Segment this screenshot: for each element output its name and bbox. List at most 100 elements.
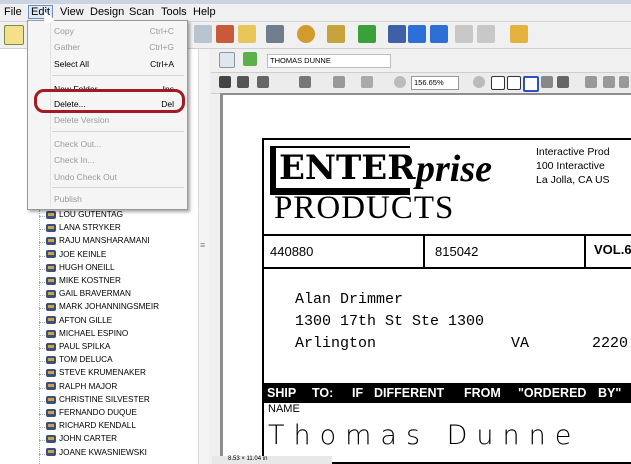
- menu-separator: [52, 187, 184, 188]
- cabinet-icon: [46, 369, 56, 378]
- tree-item-label: JOHN CARTER: [59, 434, 118, 444]
- menu-item-undo-check-out: Undo Check Out: [28, 171, 187, 185]
- menu-tools[interactable]: Tools: [161, 6, 187, 18]
- fit-page-icon[interactable]: [491, 76, 505, 90]
- tree-item-label: TOM DELUCA: [59, 355, 113, 365]
- arrow-down-icon[interactable]: [408, 25, 426, 43]
- menu-design[interactable]: Design: [90, 6, 124, 18]
- search-docs-icon[interactable]: [238, 25, 256, 43]
- ship-to-bar: SHIP TO: IF DIFFERENT FROM "ORDERED BY": [262, 383, 631, 403]
- tree-item[interactable]: LOU GUTENTAG: [46, 210, 123, 221]
- cabinet-icon: [46, 435, 56, 444]
- tree-item-label: RICHARD KENDALL: [59, 421, 136, 431]
- film-icon[interactable]: [358, 25, 376, 43]
- menu-item-label: Copy: [54, 26, 74, 36]
- tree-item-label: LANA STRYKER: [59, 223, 121, 233]
- tree-item[interactable]: HUGH ONEILL: [46, 263, 115, 274]
- print-small-icon[interactable]: [237, 76, 249, 88]
- tree-item[interactable]: MIKE KOSTNER: [46, 276, 121, 287]
- tree-connector: [39, 216, 45, 217]
- binoculars-icon[interactable]: [388, 25, 406, 43]
- text-tool-icon[interactable]: [361, 76, 373, 88]
- document-icon[interactable]: [510, 25, 528, 43]
- logo-prise-text: prise: [416, 148, 492, 190]
- tree-connector: [39, 453, 45, 455]
- printer-icon[interactable]: [257, 76, 269, 88]
- menu-item-label: Check In...: [54, 155, 95, 165]
- splitter-grip-icon[interactable]: ≡: [200, 240, 206, 250]
- menu-scan[interactable]: Scan: [129, 6, 154, 18]
- document-name-field[interactable]: THOMAS DUNNE: [267, 54, 391, 68]
- gears-icon[interactable]: [327, 25, 345, 43]
- annotate-icon[interactable]: [299, 76, 311, 88]
- contrast-icon[interactable]: [541, 76, 553, 88]
- zoom-level-field[interactable]: 156.65%: [411, 76, 459, 90]
- tree-item[interactable]: MARK JOHANNINGSMEIR: [46, 302, 159, 313]
- tree-item[interactable]: PAUL SPILKA: [46, 342, 110, 353]
- highlight-icon[interactable]: [333, 76, 345, 88]
- tree-item[interactable]: FERNANDO DUQUE: [46, 408, 137, 419]
- print-icon[interactable]: [194, 25, 212, 43]
- arrow-right-icon[interactable]: [477, 25, 495, 43]
- menu-separator: [52, 131, 184, 132]
- menu-separator: [52, 75, 184, 76]
- tree-scrollbar[interactable]: [198, 49, 209, 464]
- tree-item[interactable]: JOE KEINLE: [46, 250, 106, 261]
- tree-item[interactable]: RICHARD KENDALL: [46, 421, 136, 432]
- edit-menu-dropdown: Copy Ctrl+C Gather Ctrl+G Select All Ctrl+A Ne…: [27, 20, 188, 210]
- globe-icon[interactable]: [297, 25, 315, 43]
- zoom-out-icon[interactable]: [473, 76, 485, 88]
- tree-item[interactable]: JOHN CARTER: [46, 434, 117, 445]
- prev-page-icon[interactable]: [603, 76, 615, 88]
- up-folder-icon[interactable]: [243, 52, 257, 66]
- stamp-icon[interactable]: [216, 25, 234, 43]
- menu-item-select-all[interactable]: Select All Ctrl+A: [28, 58, 187, 72]
- tree-item[interactable]: AFTON GILLE: [46, 316, 112, 327]
- zoom-in-icon[interactable]: [394, 76, 406, 88]
- tree-connector: [39, 361, 45, 363]
- tree-connector: [39, 282, 45, 283]
- first-page-icon[interactable]: [585, 76, 597, 88]
- fit-width-icon[interactable]: [507, 76, 521, 90]
- menu-view[interactable]: View: [60, 6, 84, 18]
- page-icon[interactable]: [219, 52, 235, 68]
- cabinet-icon: [46, 316, 56, 325]
- address-street: 1300 17th St Ste 1300: [295, 313, 485, 330]
- arrow-left-icon[interactable]: [455, 25, 473, 43]
- scan-icon[interactable]: [266, 25, 284, 43]
- tree-connector: [39, 427, 45, 429]
- tree-item-label: PAUL SPILKA: [59, 342, 111, 351]
- tree-item[interactable]: GAIL BRAVERMAN: [46, 289, 131, 300]
- menu-item-label: Check Out...: [54, 139, 102, 149]
- menu-file[interactable]: File: [4, 6, 22, 18]
- tree-item[interactable]: CHRISTINE SILVESTER: [46, 395, 150, 406]
- tree-view-icon[interactable]: [4, 25, 24, 45]
- save-icon[interactable]: [219, 76, 231, 88]
- tree-item[interactable]: LANA STRYKER: [46, 223, 121, 234]
- tree-item-label: MIKE KOSTNER: [59, 276, 121, 285]
- tree-guide-line: [39, 210, 40, 464]
- company-address: Interactive Prod 100 Interactive La Joll…: [536, 145, 610, 187]
- tree-item[interactable]: RALPH MAJOR: [46, 382, 117, 393]
- tree-item[interactable]: RAJU MANSHARAMANI: [46, 236, 150, 247]
- menu-item-check-out: Check Out...: [28, 138, 187, 152]
- actual-size-icon[interactable]: [523, 76, 539, 92]
- tree-item[interactable]: TOM DELUCA: [46, 355, 113, 366]
- tree-item[interactable]: MICHAEL ESPINO: [46, 329, 128, 340]
- tree-item[interactable]: JOANE KWASNIEWSKI: [46, 448, 147, 459]
- tree-connector: [39, 295, 45, 297]
- tree-item-label: CHRISTINE SILVESTER: [59, 394, 150, 404]
- next-page-icon[interactable]: [619, 76, 629, 88]
- menu-help[interactable]: Help: [193, 6, 216, 18]
- tree-item[interactable]: STEVE KRUMENAKER: [46, 368, 146, 379]
- form-rule: [262, 267, 631, 269]
- menu-item-label: Undo Check Out: [54, 172, 117, 182]
- tree-connector: [39, 255, 45, 257]
- cabinet-icon: [46, 395, 56, 404]
- thumbnails-icon[interactable]: [557, 76, 569, 88]
- cabinet-icon: [46, 408, 56, 417]
- arrow-up-icon[interactable]: [430, 25, 448, 43]
- ship-word: BY": [598, 386, 622, 400]
- tree-item-label: RALPH MAJOR: [59, 381, 118, 391]
- menu-item-copy: Copy Ctrl+C: [28, 25, 187, 39]
